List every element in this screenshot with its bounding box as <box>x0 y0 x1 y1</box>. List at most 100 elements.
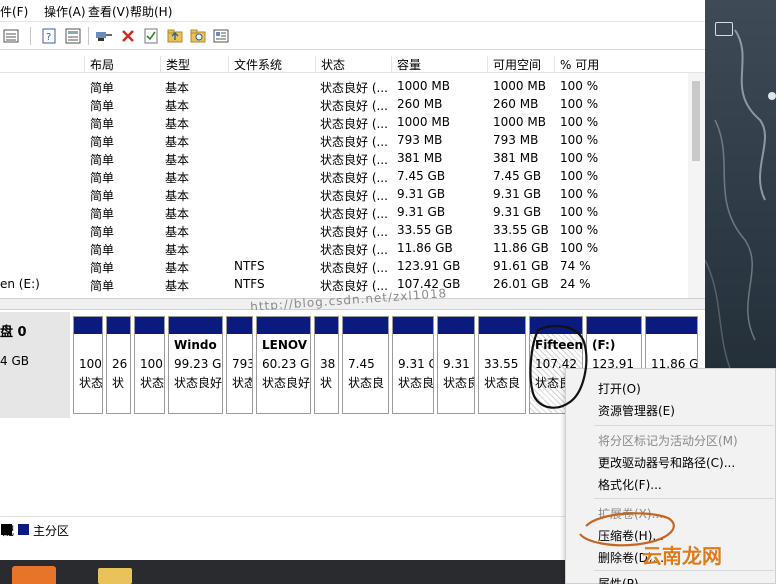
partition-block[interactable]: Windo 99.23 G 状态良好 <box>168 316 223 414</box>
menu-help[interactable]: 帮助(H) <box>130 3 172 20</box>
table-row[interactable]: 简单 基本 状态良好 (... 33.55 GB 33.55 GB 100 % <box>0 221 705 239</box>
cell-status: 状态良好 (... <box>320 243 388 257</box>
list-view-icon[interactable] <box>2 27 20 45</box>
cell-free: 793 MB <box>493 133 539 147</box>
partition-block[interactable]: 100 状态 <box>134 316 165 414</box>
properties-sheet-icon[interactable] <box>64 27 82 45</box>
primary-partition-bar <box>438 317 474 334</box>
cell-free: 260 MB <box>493 97 539 111</box>
column-header-layout[interactable]: 布局 <box>84 56 162 72</box>
cell-free: 26.01 GB <box>493 277 549 291</box>
partition-status: 状态 <box>232 376 252 390</box>
partition-block[interactable]: 7.45 状态良 <box>342 316 389 414</box>
menu-item-properties[interactable]: 属性(P) <box>598 575 639 584</box>
partition-block[interactable]: 9.31 G 状态良 <box>392 316 434 414</box>
table-row[interactable]: 简单 基本 状态良好 (... 1000 MB 1000 MB 100 % <box>0 113 705 131</box>
folder-up-icon[interactable] <box>166 27 184 45</box>
cell-capacity: 33.55 GB <box>397 223 453 237</box>
scrollbar-thumb[interactable] <box>692 81 700 161</box>
partition-size: 100 <box>140 357 163 371</box>
menu-item-extend-volume[interactable]: 扩展卷(X)... <box>598 505 663 522</box>
connect-icon[interactable] <box>95 27 113 45</box>
file-explorer-icon[interactable] <box>98 568 132 584</box>
column-header-percent-free[interactable]: % 可用 <box>554 56 688 72</box>
partition-block[interactable]: 33.55 状态良 <box>478 316 526 414</box>
disk-label-box[interactable]: 盘 0 4 GB <box>0 312 70 418</box>
column-header-status[interactable]: 状态 <box>315 56 393 72</box>
folder-search-icon[interactable] <box>189 27 207 45</box>
taskbar-app-icon[interactable] <box>12 566 56 584</box>
cell-capacity: 9.31 GB <box>397 205 446 219</box>
vertical-scrollbar[interactable] <box>688 73 705 298</box>
menu-item-change-drive-letter[interactable]: 更改驱动器号和路径(C)... <box>598 454 735 471</box>
cell-type: 基本 <box>165 135 190 149</box>
partition-size: 60.23 G <box>262 357 310 371</box>
partition-block[interactable]: 793 状态 <box>226 316 253 414</box>
column-header-filesystem[interactable]: 文件系统 <box>228 56 316 72</box>
cell-pct: 24 % <box>560 277 591 291</box>
table-row[interactable]: 简单 基本 状态良好 (... 381 MB 381 MB 100 % <box>0 149 705 167</box>
partition-size: 7.45 <box>348 357 375 371</box>
properties-icon[interactable] <box>212 27 230 45</box>
cell-free: 9.31 GB <box>493 187 542 201</box>
cell-free: 9.31 GB <box>493 205 542 219</box>
table-row[interactable]: 简单 基本 状态良好 (... 9.31 GB 9.31 GB 100 % <box>0 185 705 203</box>
cell-free: 7.45 GB <box>493 169 542 183</box>
table-row[interactable]: 简单 基本 状态良好 (... 1000 MB 1000 MB 100 % <box>0 77 705 95</box>
cell-fs: NTFS <box>234 277 265 291</box>
cell-pct: 100 % <box>560 115 599 129</box>
cell-layout: 简单 <box>90 135 115 149</box>
partition-size: 793 <box>232 357 252 371</box>
primary-partition-bar <box>530 317 582 334</box>
menu-item-explorer[interactable]: 资源管理器(E) <box>598 402 675 419</box>
cell-fs: NTFS <box>234 259 265 273</box>
partition-block[interactable]: 26 状 <box>106 316 131 414</box>
column-header-capacity[interactable]: 容量 <box>391 56 487 72</box>
cell-capacity: 9.31 GB <box>397 187 446 201</box>
cell-pct: 100 % <box>560 97 599 111</box>
column-header-type[interactable]: 类型 <box>160 56 228 72</box>
menu-item-format[interactable]: 格式化(F)... <box>598 476 662 493</box>
menu-bar: 件(F) 操作(A) 查看(V) 帮助(H) <box>0 0 705 22</box>
menu-action[interactable]: 操作(A) <box>44 3 86 20</box>
partition-size: 26 <box>112 357 128 371</box>
table-row[interactable]: 简单 基本 状态良好 (... 9.31 GB 9.31 GB 100 % <box>0 203 705 221</box>
cell-status: 状态良好 (... <box>320 207 388 221</box>
menu-file[interactable]: 件(F) <box>0 3 28 20</box>
delete-icon[interactable] <box>119 27 137 45</box>
cell-status: 状态良好 (... <box>320 81 388 95</box>
menu-item-mark-active[interactable]: 将分区标记为活动分区(M) <box>598 432 738 449</box>
partition-block[interactable]: 100 状态 <box>73 316 103 414</box>
cell-free: 91.61 GB <box>493 259 549 273</box>
cell-type: 基本 <box>165 81 190 95</box>
table-row[interactable]: 简单 基本 状态良好 (... 260 MB 260 MB 100 % <box>0 95 705 113</box>
cell-layout: 简单 <box>90 279 115 293</box>
table-row[interactable]: 简单 基本 NTFS 状态良好 (... 123.91 GB 91.61 GB 74 % <box>0 257 705 275</box>
menu-view[interactable]: 查看(V) <box>88 3 130 20</box>
cell-status: 状态良好 (... <box>320 99 388 113</box>
table-row[interactable]: 简单 基本 状态良好 (... 793 MB 793 MB 100 % <box>0 131 705 149</box>
cell-layout: 简单 <box>90 171 115 185</box>
help-icon[interactable]: ? <box>40 27 58 45</box>
primary-partition-legend-label: 主分区 <box>33 524 70 538</box>
check-icon[interactable] <box>142 27 160 45</box>
partition-block[interactable]: 9.31 G 状态良 <box>437 316 475 414</box>
desktop-widget-icon[interactable] <box>715 22 733 36</box>
partition-status: 状态良好 <box>174 376 222 390</box>
table-row[interactable]: 简单 基本 状态良好 (... 11.86 GB 11.86 GB 100 % <box>0 239 705 257</box>
cell-pct: 74 % <box>560 259 591 273</box>
column-header-free-space[interactable]: 可用空间 <box>487 56 555 72</box>
toolbar-separator <box>30 27 31 45</box>
menu-item-open[interactable]: 打开(O) <box>598 380 641 397</box>
table-row[interactable]: 简单 基本 状态良好 (... 7.45 GB 7.45 GB 100 % <box>0 167 705 185</box>
table-row[interactable]: en (E:) 简单 基本 NTFS 状态良好 (... 107.42 GB 26.01 G… <box>0 275 705 293</box>
partition-name: LENOV <box>262 338 308 352</box>
partition-block[interactable]: LENOV 60.23 G 状态良好 <box>256 316 311 414</box>
partition-status: 状态 <box>79 376 102 390</box>
menu-separator <box>594 570 774 571</box>
partition-block[interactable]: 38 状 <box>314 316 339 414</box>
cell-capacity: 1000 MB <box>397 115 450 129</box>
brand-watermark: 云南龙网 <box>642 544 722 568</box>
partition-status: 状态 <box>140 376 164 390</box>
menu-separator <box>594 425 774 426</box>
